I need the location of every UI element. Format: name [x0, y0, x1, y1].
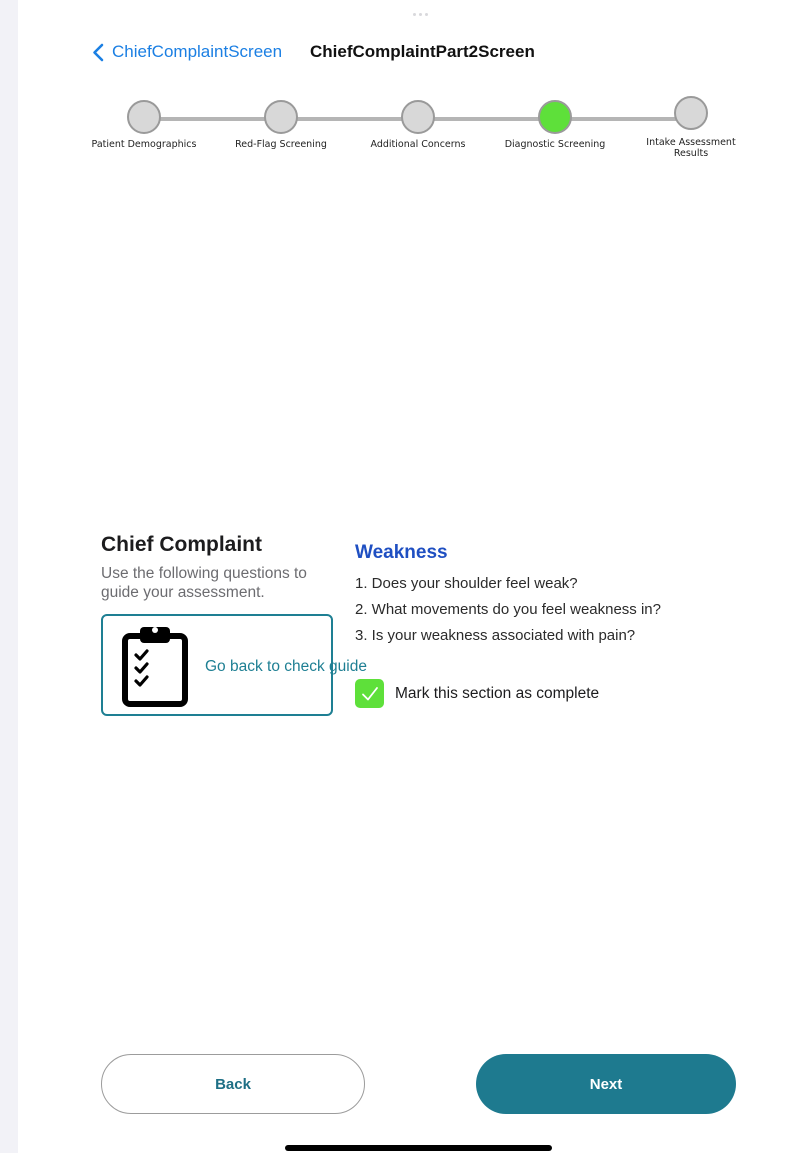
- checkmark-icon: [361, 686, 378, 700]
- step-label: Diagnostic Screening: [504, 139, 606, 150]
- question-item: 2. What movements do you feel weakness i…: [355, 601, 661, 618]
- step-label: Additional Concerns: [370, 139, 466, 150]
- step-indicator: [674, 96, 708, 130]
- step-indicator: [264, 100, 298, 134]
- mark-complete-checkbox[interactable]: [355, 679, 384, 708]
- step-label: Intake Assessment Results: [646, 137, 736, 159]
- home-indicator: [285, 1145, 552, 1151]
- nav-back-label: ChiefComplaintScreen: [112, 42, 283, 61]
- navigation-bar: ChiefComplaintScreen ChiefComplaintPart2…: [92, 40, 535, 64]
- nav-back-button[interactable]: ChiefComplaintScreen: [92, 42, 282, 62]
- question-item: 1. Does your shoulder feel weak?: [355, 575, 578, 592]
- clipboard-checklist-icon: [122, 627, 188, 707]
- next-button[interactable]: Next: [476, 1054, 736, 1114]
- mark-complete-label: Mark this section as complete: [395, 684, 600, 702]
- mark-complete-row: Mark this section as complete: [355, 679, 599, 708]
- step-indicator-active: [538, 100, 572, 134]
- sheet-grabber[interactable]: [410, 13, 430, 18]
- step-diagnostic-screening: Diagnostic Screening: [500, 100, 610, 151]
- chief-complaint-panel: Chief Complaint Use the following questi…: [101, 532, 341, 602]
- step-label: Red-Flag Screening: [235, 139, 327, 150]
- check-guide-label: Go back to check guide: [205, 658, 367, 675]
- step-red-flag-screening: Red-Flag Screening: [226, 100, 336, 151]
- step-indicator: [127, 100, 161, 134]
- step-intake-assessment-results: Intake Assessment Results: [636, 96, 746, 159]
- progress-stepper: Patient Demographics Red-Flag Screening …: [0, 96, 810, 190]
- section-title: Weakness: [355, 542, 448, 563]
- question-item: 3. Is your weakness associated with pain…: [355, 627, 636, 644]
- chevron-left-icon: [93, 43, 104, 61]
- weakness-section: Weakness 1. Does your shoulder feel weak…: [355, 540, 661, 645]
- back-button[interactable]: Back: [101, 1054, 365, 1114]
- step-additional-concerns: Additional Concerns: [363, 100, 473, 151]
- step-patient-demographics: Patient Demographics: [89, 100, 199, 151]
- chief-complaint-subtitle: Use the following questions to guide you…: [101, 565, 307, 601]
- step-label: Patient Demographics: [91, 139, 197, 150]
- page-title: ChiefComplaintPart2Screen: [310, 42, 535, 61]
- chief-complaint-title: Chief Complaint: [101, 533, 262, 556]
- check-guide-button[interactable]: Go back to check guide: [101, 614, 367, 716]
- step-indicator: [401, 100, 435, 134]
